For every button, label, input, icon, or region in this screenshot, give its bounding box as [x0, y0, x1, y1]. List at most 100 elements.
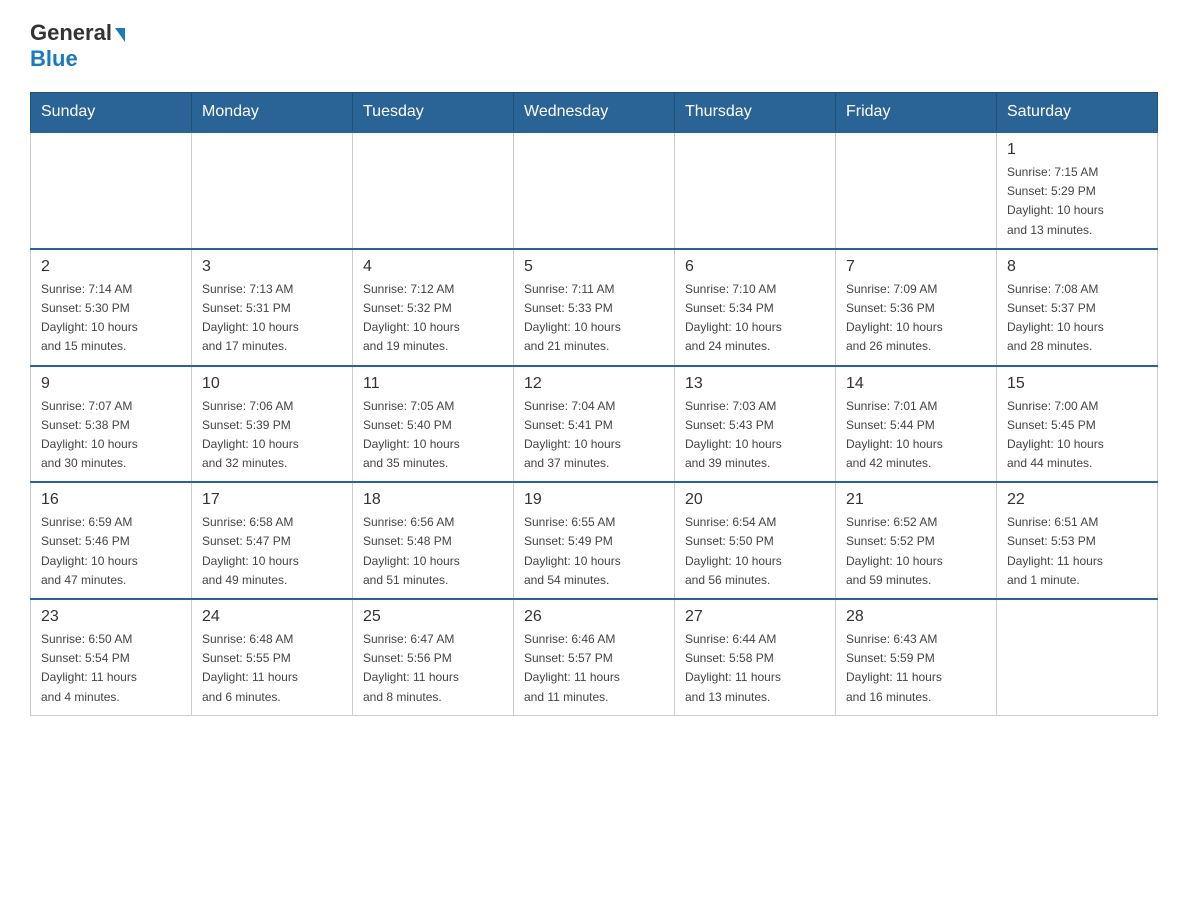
day-number: 3 [202, 258, 342, 276]
day-info: Sunrise: 6:55 AMSunset: 5:49 PMDaylight:… [524, 513, 664, 590]
day-info: Sunrise: 7:06 AMSunset: 5:39 PMDaylight:… [202, 397, 342, 474]
calendar-cell [31, 132, 192, 249]
calendar-cell [675, 132, 836, 249]
day-info: Sunrise: 7:00 AMSunset: 5:45 PMDaylight:… [1007, 397, 1147, 474]
day-number: 23 [41, 608, 181, 626]
calendar-cell: 24 Sunrise: 6:48 AMSunset: 5:55 PMDayligh… [192, 599, 353, 715]
day-info: Sunrise: 7:10 AMSunset: 5:34 PMDaylight:… [685, 280, 825, 357]
calendar-cell: 19 Sunrise: 6:55 AMSunset: 5:49 PMDayligh… [514, 482, 675, 599]
calendar-cell: 26Sunrise: 6:46 AMSunset: 5:57 PMDayligh… [514, 599, 675, 715]
week-row: 9 Sunrise: 7:07 AMSunset: 5:38 PMDaylight… [31, 366, 1158, 483]
calendar-cell: 11 Sunrise: 7:05 AMSunset: 5:40 PMDayligh… [353, 366, 514, 483]
week-row: 2Sunrise: 7:14 AMSunset: 5:30 PMDaylight… [31, 249, 1158, 366]
day-number: 22 [1007, 491, 1147, 509]
day-number: 10 [202, 375, 342, 393]
day-info: Sunrise: 6:44 AMSunset: 5:58 PMDaylight:… [685, 630, 825, 707]
day-number: 11 [363, 375, 503, 393]
calendar-cell: 16 Sunrise: 6:59 AMSunset: 5:46 PMDayligh… [31, 482, 192, 599]
logo: General Blue [30, 20, 125, 72]
day-number: 16 [41, 491, 181, 509]
day-of-week-header: Sunday [31, 93, 192, 133]
day-number: 18 [363, 491, 503, 509]
day-number: 27 [685, 608, 825, 626]
day-info: Sunrise: 6:47 AMSunset: 5:56 PMDaylight:… [363, 630, 503, 707]
calendar-cell [997, 599, 1158, 715]
day-info: Sunrise: 7:13 AMSunset: 5:31 PMDaylight:… [202, 280, 342, 357]
day-info: Sunrise: 7:08 AMSunset: 5:37 PMDaylight:… [1007, 280, 1147, 357]
week-row: 16 Sunrise: 6:59 AMSunset: 5:46 PMDayligh… [31, 482, 1158, 599]
day-info: Sunrise: 6:54 AMSunset: 5:50 PMDaylight:… [685, 513, 825, 590]
calendar-cell: 27 Sunrise: 6:44 AMSunset: 5:58 PMDayligh… [675, 599, 836, 715]
day-of-week-header: Tuesday [353, 93, 514, 133]
day-info: Sunrise: 7:09 AMSunset: 5:36 PMDaylight:… [846, 280, 986, 357]
day-number: 4 [363, 258, 503, 276]
day-info: Sunrise: 6:56 AMSunset: 5:48 PMDaylight:… [363, 513, 503, 590]
day-number: 14 [846, 375, 986, 393]
calendar-cell [514, 132, 675, 249]
day-number: 13 [685, 375, 825, 393]
day-info: Sunrise: 7:03 AMSunset: 5:43 PMDaylight:… [685, 397, 825, 474]
day-info: Sunrise: 7:15 AMSunset: 5:29 PMDaylight:… [1007, 163, 1147, 240]
day-number: 28 [846, 608, 986, 626]
days-of-week-row: SundayMondayTuesdayWednesdayThursdayFrid… [31, 93, 1158, 133]
day-number: 12 [524, 375, 664, 393]
calendar-cell [192, 132, 353, 249]
day-number: 2 [41, 258, 181, 276]
day-info: Sunrise: 7:01 AMSunset: 5:44 PMDaylight:… [846, 397, 986, 474]
calendar-cell [836, 132, 997, 249]
day-number: 15 [1007, 375, 1147, 393]
day-info: Sunrise: 6:59 AMSunset: 5:46 PMDaylight:… [41, 513, 181, 590]
calendar-cell: 4 Sunrise: 7:12 AMSunset: 5:32 PMDaylight… [353, 249, 514, 366]
day-number: 9 [41, 375, 181, 393]
day-info: Sunrise: 6:48 AMSunset: 5:55 PMDaylight:… [202, 630, 342, 707]
day-number: 25 [363, 608, 503, 626]
day-of-week-header: Friday [836, 93, 997, 133]
day-info: Sunrise: 6:50 AMSunset: 5:54 PMDaylight:… [41, 630, 181, 707]
calendar-cell: 25 Sunrise: 6:47 AMSunset: 5:56 PMDayligh… [353, 599, 514, 715]
week-row: 23 Sunrise: 6:50 AMSunset: 5:54 PMDayligh… [31, 599, 1158, 715]
calendar-cell: 1 Sunrise: 7:15 AMSunset: 5:29 PMDaylight… [997, 132, 1158, 249]
day-info: Sunrise: 7:04 AMSunset: 5:41 PMDaylight:… [524, 397, 664, 474]
calendar-cell [353, 132, 514, 249]
logo-arrow-icon [115, 28, 125, 42]
calendar-cell: 6Sunrise: 7:10 AMSunset: 5:34 PMDaylight… [675, 249, 836, 366]
page-header: General Blue [30, 20, 1158, 72]
day-number: 8 [1007, 258, 1147, 276]
calendar-cell: 18 Sunrise: 6:56 AMSunset: 5:48 PMDayligh… [353, 482, 514, 599]
day-info: Sunrise: 7:07 AMSunset: 5:38 PMDaylight:… [41, 397, 181, 474]
day-number: 5 [524, 258, 664, 276]
day-of-week-header: Wednesday [514, 93, 675, 133]
logo-general-text: General [30, 20, 112, 46]
calendar-cell: 28 Sunrise: 6:43 AMSunset: 5:59 PMDayligh… [836, 599, 997, 715]
day-info: Sunrise: 6:58 AMSunset: 5:47 PMDaylight:… [202, 513, 342, 590]
calendar-cell: 23 Sunrise: 6:50 AMSunset: 5:54 PMDayligh… [31, 599, 192, 715]
calendar-table: SundayMondayTuesdayWednesdayThursdayFrid… [30, 92, 1158, 716]
day-of-week-header: Thursday [675, 93, 836, 133]
day-of-week-header: Saturday [997, 93, 1158, 133]
calendar-cell: 12 Sunrise: 7:04 AMSunset: 5:41 PMDayligh… [514, 366, 675, 483]
day-info: Sunrise: 6:52 AMSunset: 5:52 PMDaylight:… [846, 513, 986, 590]
calendar-cell: 5Sunrise: 7:11 AMSunset: 5:33 PMDaylight… [514, 249, 675, 366]
calendar-cell: 21 Sunrise: 6:52 AMSunset: 5:52 PMDayligh… [836, 482, 997, 599]
day-number: 17 [202, 491, 342, 509]
day-of-week-header: Monday [192, 93, 353, 133]
day-number: 24 [202, 608, 342, 626]
calendar-cell: 14 Sunrise: 7:01 AMSunset: 5:44 PMDayligh… [836, 366, 997, 483]
day-info: Sunrise: 7:12 AMSunset: 5:32 PMDaylight:… [363, 280, 503, 357]
calendar-cell: 9 Sunrise: 7:07 AMSunset: 5:38 PMDaylight… [31, 366, 192, 483]
day-number: 1 [1007, 141, 1147, 159]
calendar-cell: 15 Sunrise: 7:00 AMSunset: 5:45 PMDayligh… [997, 366, 1158, 483]
day-info: Sunrise: 6:46 AMSunset: 5:57 PMDaylight:… [524, 630, 664, 707]
day-info: Sunrise: 7:05 AMSunset: 5:40 PMDaylight:… [363, 397, 503, 474]
day-info: Sunrise: 6:43 AMSunset: 5:59 PMDaylight:… [846, 630, 986, 707]
day-number: 21 [846, 491, 986, 509]
day-number: 19 [524, 491, 664, 509]
calendar-cell: 3 Sunrise: 7:13 AMSunset: 5:31 PMDaylight… [192, 249, 353, 366]
day-info: Sunrise: 6:51 AMSunset: 5:53 PMDaylight:… [1007, 513, 1147, 590]
calendar-cell: 10 Sunrise: 7:06 AMSunset: 5:39 PMDayligh… [192, 366, 353, 483]
logo-blue-text: Blue [30, 46, 78, 71]
calendar-cell: 22 Sunrise: 6:51 AMSunset: 5:53 PMDayligh… [997, 482, 1158, 599]
calendar-cell: 8 Sunrise: 7:08 AMSunset: 5:37 PMDaylight… [997, 249, 1158, 366]
calendar-cell: 7Sunrise: 7:09 AMSunset: 5:36 PMDaylight… [836, 249, 997, 366]
day-number: 20 [685, 491, 825, 509]
